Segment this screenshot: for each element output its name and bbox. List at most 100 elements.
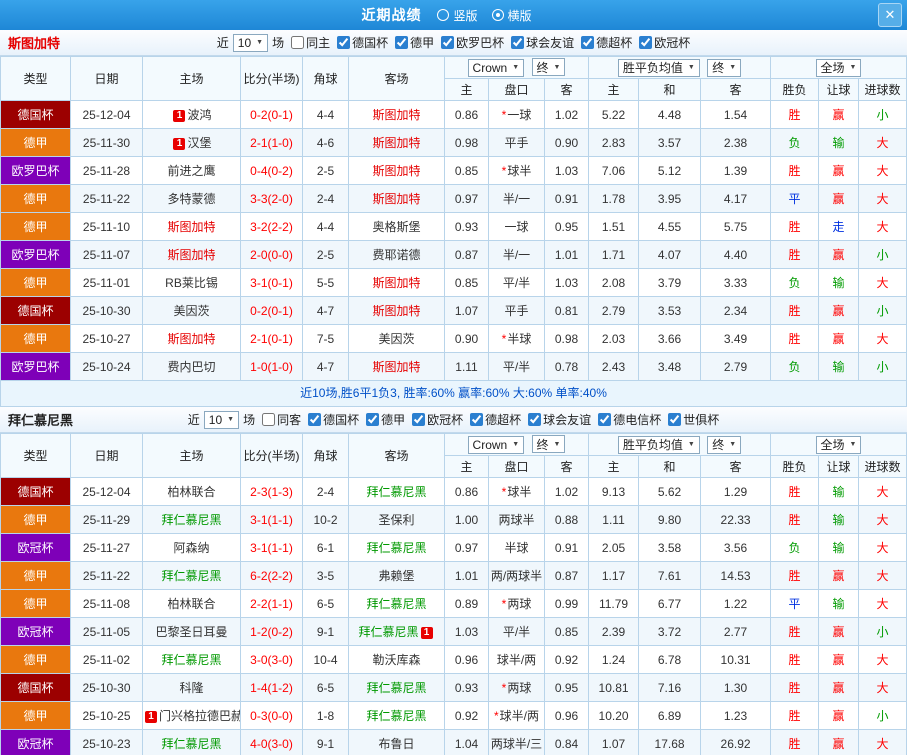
handicap-star: * — [502, 332, 507, 346]
filter-checkbox-世俱杯[interactable]: 世俱杯 — [668, 411, 719, 428]
col-away: 客场 — [349, 434, 445, 478]
match-row: 德甲25-11-02拜仁慕尼黑3-0(3-0)10-4勒沃库森0.96球半/两0… — [1, 646, 907, 674]
avg-final-value: 终 — [712, 436, 724, 453]
match-date-cell: 25-10-30 — [71, 674, 143, 702]
filter-checkbox-欧罗巴杯[interactable]: 欧罗巴杯 — [441, 34, 504, 51]
away-team-cell: 费耶诺德 — [349, 241, 445, 269]
col-type: 类型 — [1, 434, 71, 478]
result-wdl-cell: 胜 — [771, 213, 819, 241]
filter-checkbox-德甲[interactable]: 德甲 — [366, 411, 405, 428]
checkbox-input[interactable] — [639, 36, 652, 49]
home-team-cell: 拜仁慕尼黑 — [143, 506, 241, 534]
away-team-cell: 斯图加特 — [349, 269, 445, 297]
league-type-cell: 德甲 — [1, 213, 71, 241]
recent-results-window: 近期战绩 竖版 横版 ✕ 斯图加特 近 10 场 同主德国杯德甲欧罗巴杯球会友谊… — [0, 0, 907, 755]
score-cell: 2-0(0-0) — [241, 241, 303, 269]
avg-home-cell: 1.78 — [589, 185, 639, 213]
avg-home-cell: 9.13 — [589, 478, 639, 506]
home-team-cell: RB莱比锡 — [143, 269, 241, 297]
team-text: 多特蒙德 — [167, 192, 215, 206]
home-team-cell: 1汉堡 — [143, 129, 241, 157]
avg-away-cell: 1.23 — [701, 702, 771, 730]
checkbox-input[interactable] — [308, 413, 321, 426]
checkbox-input[interactable] — [441, 36, 454, 49]
scope-select[interactable]: 全场 — [816, 59, 862, 77]
match-date-cell: 25-11-10 — [71, 213, 143, 241]
home-team-cell: 拜仁慕尼黑 — [143, 562, 241, 590]
checkbox-input[interactable] — [366, 413, 379, 426]
league-filter-group: 同客德国杯德甲欧冠杯德超杯球会友谊德电信杯世俱杯 — [255, 411, 719, 428]
result-wdl-cell: 胜 — [771, 562, 819, 590]
handicap-cell: *球半/两 — [489, 702, 545, 730]
avg-home-cell: 10.81 — [589, 674, 639, 702]
scope-select[interactable]: 全场 — [816, 436, 862, 454]
checkbox-input[interactable] — [470, 413, 483, 426]
result-handicap-cell: 输 — [819, 269, 859, 297]
filter-checkbox-同客[interactable]: 同客 — [262, 411, 301, 428]
result-wdl-cell: 胜 — [771, 730, 819, 755]
filter-checkbox-德甲[interactable]: 德甲 — [395, 34, 434, 51]
col-score: 比分(半场) — [241, 57, 303, 101]
filter-checkbox-同主[interactable]: 同主 — [291, 34, 330, 51]
filter-checkbox-欧冠杯[interactable]: 欧冠杯 — [412, 411, 463, 428]
match-count-select[interactable]: 10 — [233, 34, 268, 52]
match-row: 欧冠杯25-11-27阿森纳3-1(1-1)6-1拜仁慕尼黑0.97半球0.91… — [1, 534, 907, 562]
layout-radio-vertical[interactable]: 竖版 — [437, 7, 477, 24]
away-team-cell: 拜仁慕尼黑1 — [349, 618, 445, 646]
window-title: 近期战绩 — [361, 5, 421, 25]
filter-checkbox-欧冠杯[interactable]: 欧冠杯 — [639, 34, 690, 51]
away-odds-cell: 0.88 — [545, 506, 589, 534]
close-icon[interactable]: ✕ — [878, 3, 902, 27]
checkbox-input[interactable] — [668, 413, 681, 426]
odds-final-select[interactable]: 终 — [532, 435, 566, 453]
home-team-cell: 1波鸿 — [143, 101, 241, 129]
team-text: 拜仁慕尼黑 — [161, 653, 221, 667]
avg-type-select[interactable]: 胜平负均值 — [618, 436, 700, 454]
avg-home-cell: 1.07 — [589, 730, 639, 755]
filter-checkbox-德超杯[interactable]: 德超杯 — [470, 411, 521, 428]
avg-type-select[interactable]: 胜平负均值 — [618, 59, 700, 77]
checkbox-input[interactable] — [598, 413, 611, 426]
filter-checkbox-德电信杯[interactable]: 德电信杯 — [598, 411, 661, 428]
result-goals-cell: 小 — [859, 101, 907, 129]
checkbox-input[interactable] — [291, 36, 304, 49]
match-count-select[interactable]: 10 — [204, 411, 239, 429]
match-row: 德国杯25-12-04柏林联合2-3(1-3)2-4拜仁慕尼黑0.86*球半1.… — [1, 478, 907, 506]
away-odds-cell: 0.99 — [545, 590, 589, 618]
odds-company-select[interactable]: Crown — [468, 59, 525, 77]
layout-radio-horizontal[interactable]: 横版 — [492, 7, 532, 24]
result-handicap-cell: 赢 — [819, 185, 859, 213]
checkbox-input[interactable] — [337, 36, 350, 49]
league-type-cell: 德甲 — [1, 185, 71, 213]
checkbox-input[interactable] — [262, 413, 275, 426]
odds-company-select[interactable]: Crown — [468, 436, 525, 454]
result-goals-cell: 小 — [859, 241, 907, 269]
result-handicap-cell: 赢 — [819, 241, 859, 269]
avg-home-cell: 1.11 — [589, 506, 639, 534]
matches-table: 类型 日期 主场 比分(半场) 角球 客场 Crown 终 胜平负均值 终 — [0, 56, 907, 381]
checkbox-input[interactable] — [528, 413, 541, 426]
avg-final-value: 终 — [712, 59, 724, 76]
avg-away-cell: 2.79 — [701, 353, 771, 381]
filter-checkbox-球会友谊[interactable]: 球会友谊 — [528, 411, 591, 428]
checkbox-input[interactable] — [581, 36, 594, 49]
checkbox-input[interactable] — [511, 36, 524, 49]
avg-away-cell: 2.38 — [701, 129, 771, 157]
subcol-goals: 进球数 — [859, 79, 907, 101]
filter-checkbox-球会友谊[interactable]: 球会友谊 — [511, 34, 574, 51]
filter-checkbox-德国杯[interactable]: 德国杯 — [308, 411, 359, 428]
filter-checkbox-德国杯[interactable]: 德国杯 — [337, 34, 388, 51]
avg-final-select[interactable]: 终 — [707, 436, 741, 454]
result-goals-cell: 大 — [859, 646, 907, 674]
match-row: 德甲25-11-08柏林联合2-2(1-1)6-5拜仁慕尼黑0.89*两球0.9… — [1, 590, 907, 618]
checkbox-input[interactable] — [395, 36, 408, 49]
avg-final-select[interactable]: 终 — [707, 59, 741, 77]
odds-final-select[interactable]: 终 — [532, 58, 566, 76]
home-team-cell: 斯图加特 — [143, 213, 241, 241]
score-cell: 2-1(0-1) — [241, 325, 303, 353]
result-goals-cell: 大 — [859, 534, 907, 562]
corner-cell: 6-5 — [303, 590, 349, 618]
team-text: 美因茨 — [378, 332, 414, 346]
checkbox-input[interactable] — [412, 413, 425, 426]
filter-checkbox-德超杯[interactable]: 德超杯 — [581, 34, 632, 51]
